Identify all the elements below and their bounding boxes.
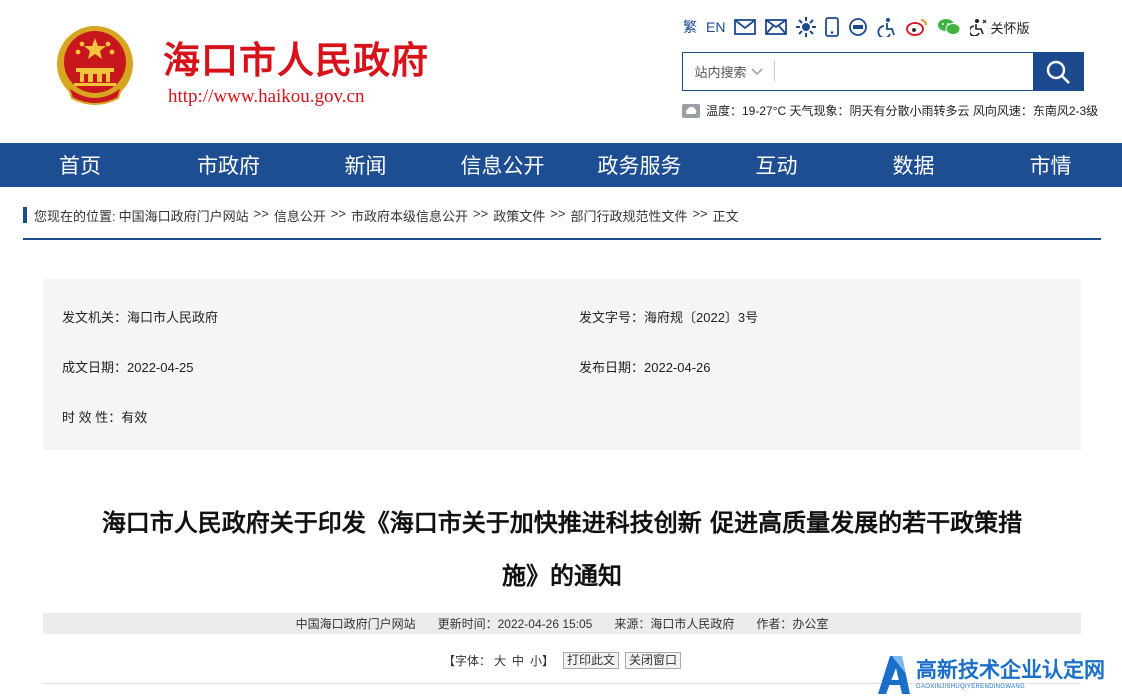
meta-written-label: 成文日期： [62, 360, 128, 375]
breadcrumb-separator: >> [330, 206, 347, 221]
nav-home[interactable]: 首页 [0, 150, 160, 180]
watermark-subtitle: GAOXINJISHUQIYERENDINGWANG [916, 683, 1025, 690]
print-button[interactable]: 打印此文 [563, 651, 620, 669]
meta-validity: 时 效 性：有效 [62, 407, 147, 426]
meta-written-date: 成文日期：2022-04-25 [62, 357, 194, 376]
font-size-label: 【字体： [442, 653, 491, 668]
article-author: 作者：办公室 [756, 617, 829, 631]
search-icon [1046, 60, 1070, 84]
meta-doc-no: 发文字号：海府规〔2022〕3号 [579, 307, 758, 326]
nav-information-disclosure[interactable]: 信息公开 [434, 150, 571, 180]
breadcrumb-separator: >> [550, 206, 566, 221]
traditional-chinese-button[interactable]: 繁 [683, 15, 697, 39]
nav-interaction[interactable]: 互动 [708, 150, 845, 180]
search-scope-dropdown[interactable]: 站内搜索 [683, 61, 775, 82]
breadcrumb-link-policy[interactable]: 政策文件 [493, 206, 545, 225]
article-title: 海口市人民政府关于印发《海口市关于加快推进科技创新 促进高质量发展的若干政策措 … [43, 497, 1081, 603]
chevron-down-icon [751, 68, 762, 75]
meta-doc-no-value: 海府规〔2022〕3号 [644, 310, 759, 325]
english-button[interactable]: EN [706, 15, 725, 39]
meta-validity-value: 有效 [121, 410, 148, 425]
meta-doc-no-label: 发文字号： [579, 310, 645, 325]
watermark-text: 高新技术企业认定网 GAOXINJISHUQIYERENDINGWANG [916, 659, 1105, 691]
weibo-icon[interactable] [906, 15, 928, 39]
meta-published-label: 发布日期： [579, 360, 645, 375]
site-header: 海口市人民政府 http://www.haikou.gov.cn 繁 EN 关怀… [0, 0, 1122, 143]
cloud-icon [682, 103, 700, 118]
nav-government-services[interactable]: 政务服务 [571, 150, 708, 180]
article-updated: 更新时间：2022-04-26 15:05 [437, 617, 593, 631]
watermark: 高新技术企业认定网 GAOXINJISHUQIYERENDINGWANG [876, 650, 1122, 699]
breadcrumb-separator: >> [692, 206, 708, 221]
search-button[interactable] [1033, 53, 1083, 90]
breadcrumb-separator: >> [473, 206, 489, 221]
breadcrumb-marker [23, 207, 27, 223]
accessibility-icon[interactable] [877, 15, 897, 39]
chat-icon[interactable] [848, 15, 868, 39]
watermark-title: 高新技术企业认定网 [916, 658, 1105, 682]
search-input[interactable] [775, 53, 1033, 90]
site-url[interactable]: http://www.haikou.gov.cn [168, 86, 365, 108]
font-size-medium-button[interactable]: 中 [512, 652, 524, 669]
article-info-bar: 中国海口政府门户网站 更新时间：2022-04-26 15:05 来源：海口市人… [43, 613, 1081, 634]
breadcrumb-link-disclosure[interactable]: 信息公开 [274, 206, 326, 225]
weather-text: 温度：19-27°C 天气现象：阴天有分散小雨转多云 风向风速：东南风2-3级 [706, 104, 1099, 118]
meta-published-date: 发布日期：2022-04-26 [579, 357, 711, 376]
main-nav: 首页 市政府 新闻 信息公开 政务服务 互动 数据 市情 [0, 143, 1122, 187]
meta-written-value: 2022-04-25 [127, 360, 194, 375]
breadcrumb: 您现在的位置: 中国海口政府门户网站 >> 信息公开 >> 市政府本级信息公开 … [23, 205, 1101, 240]
font-size-large-button[interactable]: 大 [494, 652, 506, 669]
breadcrumb-link-portal[interactable]: 中国海口政府门户网站 [119, 206, 249, 225]
meta-issuer-value: 海口市人民政府 [127, 310, 219, 325]
breadcrumb-link-city-level[interactable]: 市政府本级信息公开 [351, 206, 468, 225]
nav-news[interactable]: 新闻 [297, 150, 434, 180]
mobile-icon[interactable] [825, 15, 840, 39]
article-title-line-2: 施》的通知 [502, 562, 622, 590]
site-name[interactable]: 海口市人民政府 [163, 30, 429, 84]
nav-city-government[interactable]: 市政府 [160, 150, 297, 180]
close-window-button[interactable]: 关闭窗口 [625, 651, 682, 669]
care-mode-label: 关怀版 [990, 20, 1030, 36]
nav-city-overview[interactable]: 市情 [982, 150, 1119, 180]
nav-data[interactable]: 数据 [845, 150, 982, 180]
meta-issuer-label: 发文机关： [62, 310, 128, 325]
sun-icon[interactable] [796, 15, 817, 39]
meta-validity-label: 时 效 性： [62, 410, 122, 425]
document-meta-box: 发文机关：海口市人民政府 发文字号：海府规〔2022〕3号 成文日期：2022-… [43, 279, 1081, 450]
breadcrumb-current: 正文 [712, 209, 739, 224]
watermark-logo-icon [878, 655, 910, 694]
font-size-small-button[interactable]: 小】 [530, 652, 554, 669]
site-search: 站内搜索 [682, 52, 1084, 91]
meta-issuer: 发文机关：海口市人民政府 [62, 307, 218, 326]
meta-published-value: 2022-04-26 [644, 360, 711, 375]
article-source: 来源：海口市人民政府 [614, 617, 735, 631]
breadcrumb-separator: >> [253, 206, 269, 221]
header-tools: 繁 EN 关怀版 [683, 14, 1029, 40]
weather-info: 温度：19-27°C 天气现象：阴天有分散小雨转多云 风向风速：东南风2-3级 [682, 102, 1098, 119]
breadcrumb-prefix: 您现在的位置: [34, 209, 116, 224]
article-site: 中国海口政府门户网站 [295, 617, 416, 631]
care-mode-button[interactable]: 关怀版 [970, 15, 1029, 39]
national-emblem-icon [57, 26, 133, 105]
breadcrumb-link-department-docs[interactable]: 部门行政规范性文件 [570, 206, 687, 225]
search-scope-label: 站内搜索 [694, 65, 747, 80]
article-title-line-1: 海口市人民政府关于印发《海口市关于加快推进科技创新 促进高质量发展的若干政策措 [101, 509, 1023, 537]
mail-icon[interactable] [734, 15, 757, 39]
wechat-icon[interactable] [937, 15, 961, 39]
message-icon[interactable] [765, 15, 788, 39]
